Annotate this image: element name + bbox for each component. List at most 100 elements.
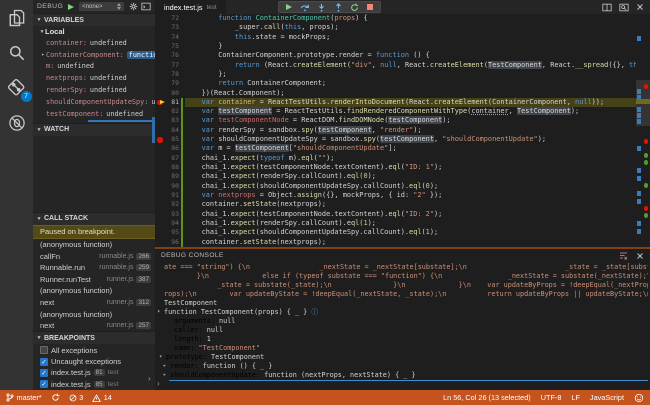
breakpoint-checkbox[interactable]: ✓ — [40, 368, 48, 377]
gutter-glyph[interactable] — [155, 210, 166, 219]
search-icon[interactable] — [7, 43, 27, 63]
encoding[interactable]: UTF-8 — [541, 393, 562, 402]
variable-row[interactable]: ▸ContainerComponent:function Con… — [33, 49, 155, 61]
call-stack-frame[interactable]: (anonymous function) — [33, 239, 155, 251]
console-line[interactable]: ▸ render: function () { _ } — [157, 362, 648, 371]
scope-local[interactable]: ▾ Local — [33, 26, 155, 37]
step-over-icon[interactable] — [300, 3, 310, 12]
code-line[interactable]: 92 container.setState(nextprops); — [155, 200, 636, 210]
console-line[interactable]: rops);\n var updateByState = !deepEqual(… — [157, 290, 648, 299]
breakpoint-row[interactable]: All exceptions — [33, 344, 155, 355]
console-line[interactable]: length: 1 — [157, 335, 648, 344]
tab-index-test-js[interactable]: index.test.js test — [155, 0, 226, 14]
code-line[interactable]: 88 chai_1.expect(testComponentNode.textC… — [155, 163, 636, 173]
gutter-glyph[interactable] — [155, 98, 166, 107]
gutter-glyph[interactable] — [155, 107, 166, 116]
explorer-icon[interactable] — [7, 8, 27, 28]
console-line[interactable]: arguments: null — [157, 317, 648, 326]
variables-scrollbar[interactable] — [33, 119, 155, 123]
close-panel-icon[interactable] — [636, 252, 644, 260]
console-line[interactable]: TestComponent — [157, 299, 648, 308]
code-line[interactable]: 96 container.setState(nextprops); — [155, 237, 636, 248]
console-line[interactable]: name: "TestComponent" — [157, 344, 648, 353]
console-line[interactable]: ▸ shouldComponentUpdate: function (nextPr… — [157, 371, 648, 379]
code-line[interactable]: 82 var testComponent = ReactTestUtils.fi… — [155, 107, 636, 117]
variable-row[interactable]: container: undefined — [33, 37, 155, 49]
call-stack-frame[interactable]: (anonymous function) — [33, 285, 155, 297]
code-line[interactable]: 81 var container = ReactTestUtils.render… — [155, 97, 636, 108]
breakpoint-row[interactable]: ✓ index.test.js 85 test — [33, 379, 155, 390]
language-mode[interactable]: JavaScript — [590, 393, 624, 402]
gutter-glyph[interactable] — [155, 172, 166, 181]
errors-item[interactable]: 3 — [69, 393, 83, 402]
breakpoint-checkbox[interactable]: ✓ — [40, 380, 48, 389]
call-stack-section-header[interactable]: ▾ CALL STACK — [33, 211, 155, 225]
open-preview-icon[interactable] — [619, 3, 629, 12]
feedback-smiley-icon[interactable] — [634, 393, 644, 403]
breakpoint-checkbox[interactable] — [40, 346, 48, 355]
variable-row[interactable]: shouldComponentUpdateSpy:undefi… — [33, 96, 155, 108]
variable-row[interactable]: testComponent: undefined — [33, 108, 155, 120]
source-control-icon[interactable]: 7 — [7, 78, 32, 102]
variable-row[interactable]: renderSpy: undefined — [33, 84, 155, 96]
gutter-glyph[interactable] — [155, 238, 166, 247]
console-input[interactable] — [169, 380, 648, 389]
variable-row[interactable]: nextprops: undefined — [33, 72, 155, 84]
code-line[interactable]: 74 this.state = mockProps; — [155, 33, 636, 42]
code-line[interactable]: 93 chai_1.expect(testComponentNode.textC… — [155, 209, 636, 220]
gutter-glyph[interactable] — [155, 191, 166, 200]
code-line[interactable]: 89 chai_1.expect(renderSpy.callCount).eq… — [155, 172, 636, 182]
gutter-glyph[interactable] — [155, 144, 166, 153]
code-line[interactable]: 91 var nextprops = Object.assign({}, moc… — [155, 190, 636, 201]
code-line[interactable]: 78 }; — [155, 70, 636, 79]
gutter-glyph[interactable] — [155, 135, 166, 144]
code-line[interactable]: 83 var testComponentNode = ReactDOM.find… — [155, 116, 636, 127]
step-into-icon[interactable] — [317, 3, 326, 12]
git-branch-item[interactable]: master* — [6, 393, 42, 402]
gutter-glyph[interactable] — [155, 14, 166, 23]
code-line[interactable]: 73 _super.call(this, props); — [155, 23, 636, 32]
console-line[interactable]: _state = substate(_state);\n }\n }\n var… — [157, 281, 648, 290]
step-out-icon[interactable] — [334, 2, 343, 12]
gutter-glyph[interactable] — [155, 182, 166, 191]
variables-section-header[interactable]: ▾ VARIABLES — [33, 13, 155, 26]
gutter-glyph[interactable] — [155, 70, 166, 79]
gutter-glyph[interactable] — [155, 116, 166, 125]
debug-config-select[interactable]: <none> — [79, 2, 124, 11]
code-line[interactable]: 87 chai_1.expect(typeof m).eql(""); — [155, 153, 636, 164]
console-output[interactable]: ate === "string") {\n _nextState = _next… — [157, 263, 648, 379]
gutter-glyph[interactable] — [155, 33, 166, 42]
breakpoint-checkbox[interactable]: ✓ — [40, 357, 48, 366]
code-line[interactable]: 77 return (React.createElement("div", nu… — [155, 60, 636, 70]
sync-item[interactable] — [51, 393, 60, 402]
stop-icon[interactable] — [366, 4, 373, 10]
call-stack-frame[interactable]: Runner.runTest runner.js 387 — [33, 273, 155, 285]
code-editor[interactable]: 72 function ContainerComponent(props) {7… — [155, 14, 636, 249]
debug-icon[interactable] — [7, 113, 27, 133]
call-stack-frame[interactable]: Runnable.run runnable.js 259 — [33, 262, 155, 274]
gutter-glyph[interactable] — [155, 219, 166, 228]
code-line[interactable]: 79 return ContainerComponent; — [155, 79, 636, 88]
clear-console-icon[interactable] — [619, 251, 628, 260]
gear-icon[interactable] — [129, 2, 138, 11]
console-line[interactable]: ▾ prototype: TestComponent — [157, 353, 648, 362]
continue-icon[interactable] — [286, 4, 292, 10]
code-line[interactable]: 80 })(React.Component); — [155, 89, 636, 98]
breakpoint-row[interactable]: ✓ index.test.js 81 test — [33, 367, 155, 378]
split-editor-icon[interactable] — [602, 3, 612, 12]
call-stack-frame[interactable]: next runner.js 312 — [33, 297, 155, 309]
gutter-glyph[interactable] — [155, 79, 166, 88]
cursor-position[interactable]: Ln 56, Col 26 (13 selected) — [443, 393, 531, 402]
start-debug-button[interactable] — [68, 3, 75, 10]
gutter-glyph[interactable] — [155, 42, 166, 51]
close-icon[interactable] — [636, 3, 644, 11]
eol[interactable]: LF — [571, 393, 580, 402]
call-stack-frame[interactable]: callFn runnable.js 266 — [33, 250, 155, 262]
code-line[interactable]: 94 chai_1.expect(renderSpy.callCount).eq… — [155, 218, 636, 229]
console-line[interactable]: }\n else if (typeof substate === "functi… — [157, 272, 648, 281]
warnings-item[interactable]: 14 — [92, 393, 112, 402]
watch-section-header[interactable]: ▾ WATCH — [33, 122, 155, 136]
code-line[interactable]: 75 } — [155, 42, 636, 51]
code-line[interactable]: 90 chai_1.expect(shouldComponentUpdateSp… — [155, 181, 636, 192]
restart-icon[interactable] — [350, 2, 359, 12]
